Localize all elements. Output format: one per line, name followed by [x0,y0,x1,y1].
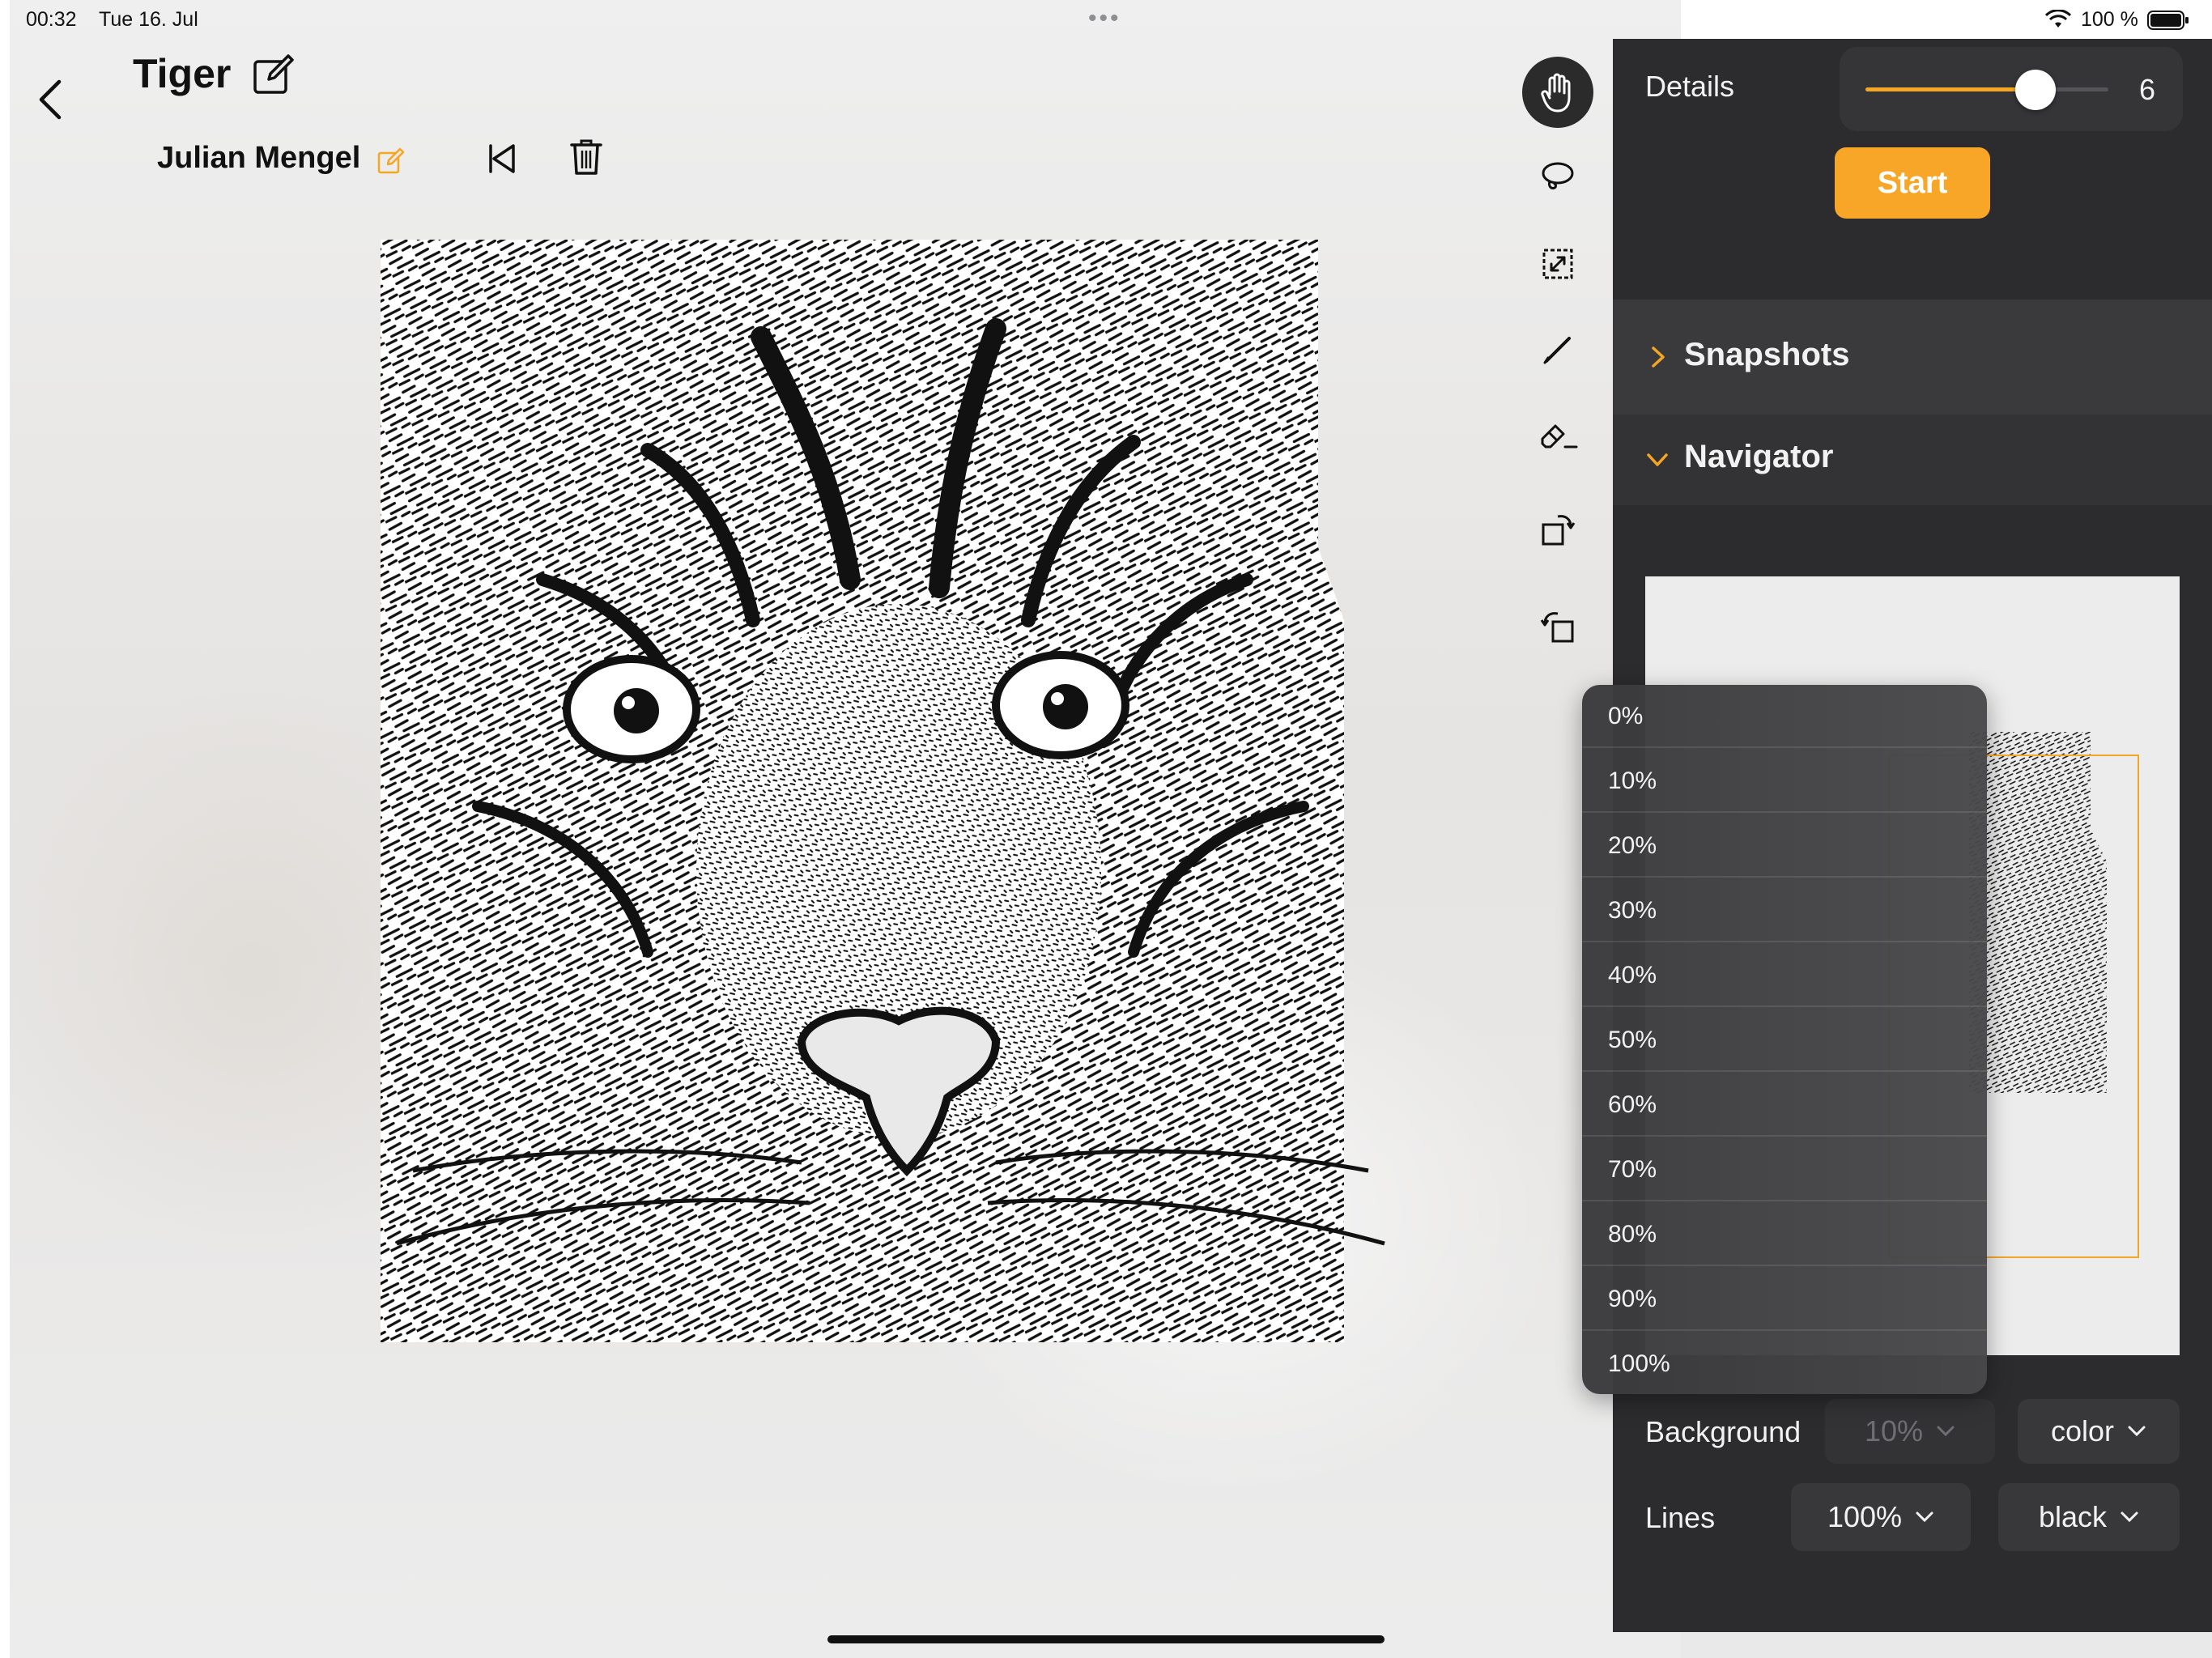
lines-label: Lines [1645,1501,1716,1534]
chevron-down-icon [1647,453,1668,466]
background-opacity-value: 10% [1864,1414,1924,1448]
background-color-select[interactable]: color [2018,1399,2180,1464]
resize-tool-button[interactable] [1522,228,1593,300]
dropdown-option-70[interactable]: 70% [1582,1138,1987,1201]
lasso-tool-button[interactable] [1522,141,1593,212]
opacity-dropdown-menu: 0% 10% 20% 30% 40% 50% 60% 70% 80% 90% 1… [1582,685,1987,1394]
navigator-label: Navigator [1684,439,1834,474]
lines-color-select[interactable]: black [1998,1483,2180,1551]
start-button[interactable]: Start [1835,147,1990,219]
multitasking-dots-icon[interactable]: ••• [1088,5,1121,32]
resize-icon [1542,249,1573,279]
hand-tool-button[interactable] [1522,57,1593,128]
dropdown-option-50[interactable]: 50% [1582,1009,1987,1072]
lines-opacity-select[interactable]: 100% [1791,1483,1971,1551]
background-color-value: color [2050,1414,2115,1448]
tiger-sketch-image[interactable] [381,240,1399,1342]
rotate-right-icon [1542,515,1576,546]
chevron-down-icon [1916,1511,1933,1523]
details-value: 6 [2139,73,2156,106]
background-opacity-select[interactable]: 10% [1825,1399,1995,1464]
rewind-button[interactable] [484,141,520,176]
dropdown-option-10[interactable]: 10% [1582,750,1987,813]
details-slider-track[interactable] [1865,87,2108,91]
rotate-right-tool-button[interactable] [1522,494,1593,565]
dropdown-option-0[interactable]: 0% [1582,685,1987,748]
edit-author-icon[interactable] [377,147,405,175]
back-button[interactable] [32,74,68,125]
dropdown-option-20[interactable]: 20% [1582,814,1987,878]
trash-button[interactable] [568,138,604,176]
status-time: 00:32 [26,8,77,31]
details-slider-thumb[interactable] [2015,70,2056,110]
details-slider-container: 6 [1840,47,2183,131]
lasso-icon [1542,162,1574,189]
dropdown-option-30[interactable]: 30% [1582,879,1987,942]
background-label: Background [1645,1415,1802,1448]
dropdown-option-60[interactable]: 60% [1582,1073,1987,1137]
snapshots-section-header[interactable]: Snapshots [1613,300,2212,414]
dropdown-option-80[interactable]: 80% [1582,1203,1987,1266]
chevron-right-icon [1652,346,1665,368]
status-date: Tue 16. Jul [99,8,198,31]
lines-color-value: black [2038,1500,2108,1533]
chevron-left-icon [39,79,62,120]
chevron-down-icon [1937,1426,1955,1437]
chevron-down-icon [2121,1511,2138,1523]
navigator-section-header[interactable]: Navigator [1613,414,2212,505]
eraser-tool-button[interactable] [1522,400,1593,471]
dropdown-option-100[interactable]: 100% [1582,1333,1987,1394]
dropdown-option-40[interactable]: 40% [1582,944,1987,1007]
battery-icon [2147,11,2189,30]
pen-icon [1543,337,1571,364]
author-name: Julian Mengel [157,141,361,175]
hand-icon [1541,73,1571,113]
details-slider-fill [1865,87,2035,91]
wifi-icon [2045,10,2071,28]
chevron-down-icon [2128,1426,2146,1437]
rotate-left-icon [1540,612,1574,643]
details-label: Details [1645,70,1735,103]
eraser-icon [1541,424,1578,449]
snapshots-label: Snapshots [1684,337,1850,372]
document-title: Tiger [133,51,232,96]
dropdown-option-90[interactable]: 90% [1582,1268,1987,1331]
edit-title-icon[interactable] [253,53,295,96]
lines-opacity-value: 100% [1827,1500,1903,1533]
left-edge [0,0,10,1658]
pen-tool-button[interactable] [1522,314,1593,385]
home-indicator [827,1635,1385,1643]
battery-percentage: 100 % [2081,8,2138,31]
rotate-left-tool-button[interactable] [1522,591,1593,662]
